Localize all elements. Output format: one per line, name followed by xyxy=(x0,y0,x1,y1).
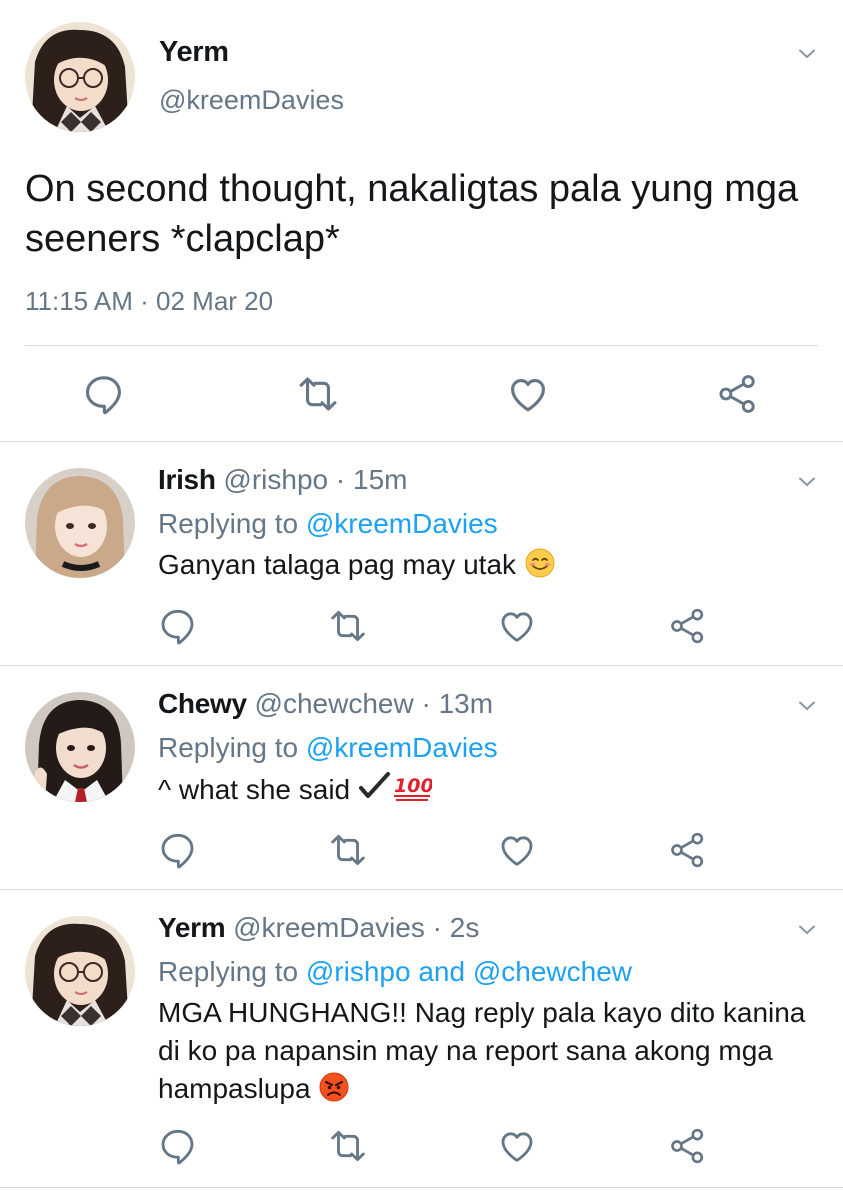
replying-prefix: Replying to xyxy=(158,956,306,987)
retweet-icon xyxy=(328,606,368,646)
more-options-button[interactable] xyxy=(795,694,819,718)
reply-text-content: MGA HUNGHANG!! Nag reply pala kayo dito … xyxy=(158,997,806,1104)
like-button[interactable] xyxy=(506,372,550,416)
retweet-icon xyxy=(296,372,340,416)
like-icon xyxy=(497,606,537,646)
share-icon xyxy=(716,372,760,416)
reply-author-name[interactable]: Chewy xyxy=(158,688,247,719)
avatar[interactable] xyxy=(25,468,135,578)
replying-to: Replying to @kreemDavies xyxy=(158,732,498,764)
avatar[interactable] xyxy=(25,916,135,1026)
share-button[interactable] xyxy=(668,1126,708,1166)
reply-button[interactable] xyxy=(158,606,198,646)
replying-to-link[interactable]: @rishpo and @chewchew xyxy=(306,956,632,987)
check-100-emoji: 100 xyxy=(358,772,432,801)
reply-button[interactable] xyxy=(158,1126,198,1166)
reply-button[interactable] xyxy=(158,830,198,870)
reply-text-content: Ganyan talaga pag may utak xyxy=(158,549,524,580)
chevron-down-icon xyxy=(795,694,819,718)
angry-face-emoji xyxy=(319,1072,349,1102)
like-icon xyxy=(497,1126,537,1166)
tweet-timestamp[interactable]: 11:15 AM · 02 Mar 20 xyxy=(25,286,273,317)
reply-button[interactable] xyxy=(82,372,126,416)
share-button[interactable] xyxy=(716,372,760,416)
reply-icon xyxy=(82,372,126,416)
reply-handle-time[interactable]: @chewchew · 13m xyxy=(255,688,494,719)
divider xyxy=(0,1187,843,1188)
smiling-face-emoji xyxy=(525,548,555,578)
svg-text:100: 100 xyxy=(394,775,432,797)
reply-text: Ganyan talaga pag may utak xyxy=(158,546,828,584)
chevron-down-icon xyxy=(795,470,819,494)
share-icon xyxy=(668,1126,708,1166)
replying-to: Replying to @rishpo and @chewchew xyxy=(158,956,632,988)
share-icon xyxy=(668,606,708,646)
reply-header: Yerm @kreemDavies · 2s xyxy=(158,912,479,944)
divider xyxy=(25,345,818,346)
like-icon xyxy=(497,830,537,870)
chevron-down-icon xyxy=(795,918,819,942)
avatar[interactable] xyxy=(25,692,135,802)
avatar[interactable] xyxy=(25,22,135,132)
replying-to-link[interactable]: @kreemDavies xyxy=(306,732,498,763)
reply-author-name[interactable]: Irish xyxy=(158,464,216,495)
tweet-text: On second thought, nakaligtas pala yung … xyxy=(25,168,799,260)
author-handle[interactable]: @kreemDavies xyxy=(159,85,344,116)
retweet-button[interactable] xyxy=(328,606,368,646)
reply-text-content: ^ what she said xyxy=(158,774,358,805)
replying-to: Replying to @kreemDavies xyxy=(158,508,498,540)
divider xyxy=(0,889,843,890)
reply-handle-time[interactable]: @kreemDavies · 2s xyxy=(233,912,479,943)
replying-to-link[interactable]: @kreemDavies xyxy=(306,508,498,539)
chevron-down-icon xyxy=(795,42,819,66)
retweet-button[interactable] xyxy=(328,830,368,870)
reply-text: ^ what she said 100 xyxy=(158,770,828,809)
share-button[interactable] xyxy=(668,606,708,646)
reply-text: MGA HUNGHANG!! Nag reply pala kayo dito … xyxy=(158,994,828,1108)
reply-header: Chewy @chewchew · 13m xyxy=(158,688,493,720)
divider xyxy=(0,441,843,442)
reply-icon xyxy=(158,1126,198,1166)
reply-icon xyxy=(158,606,198,646)
like-button[interactable] xyxy=(497,1126,537,1166)
divider xyxy=(0,665,843,666)
reply-author-name[interactable]: Yerm xyxy=(158,912,226,943)
retweet-icon xyxy=(328,830,368,870)
retweet-icon xyxy=(328,1126,368,1166)
more-options-button[interactable] xyxy=(795,470,819,494)
more-options-button[interactable] xyxy=(795,918,819,942)
like-button[interactable] xyxy=(497,830,537,870)
like-icon xyxy=(506,372,550,416)
like-button[interactable] xyxy=(497,606,537,646)
reply-icon xyxy=(158,830,198,870)
author-name[interactable]: Yerm xyxy=(159,36,229,69)
more-options-button[interactable] xyxy=(795,42,819,66)
share-icon xyxy=(668,830,708,870)
reply-handle-time[interactable]: @rishpo · 15m xyxy=(223,464,407,495)
replying-prefix: Replying to xyxy=(158,508,306,539)
retweet-button[interactable] xyxy=(296,372,340,416)
replying-prefix: Replying to xyxy=(158,732,306,763)
retweet-button[interactable] xyxy=(328,1126,368,1166)
share-button[interactable] xyxy=(668,830,708,870)
reply-header: Irish @rishpo · 15m xyxy=(158,464,407,496)
